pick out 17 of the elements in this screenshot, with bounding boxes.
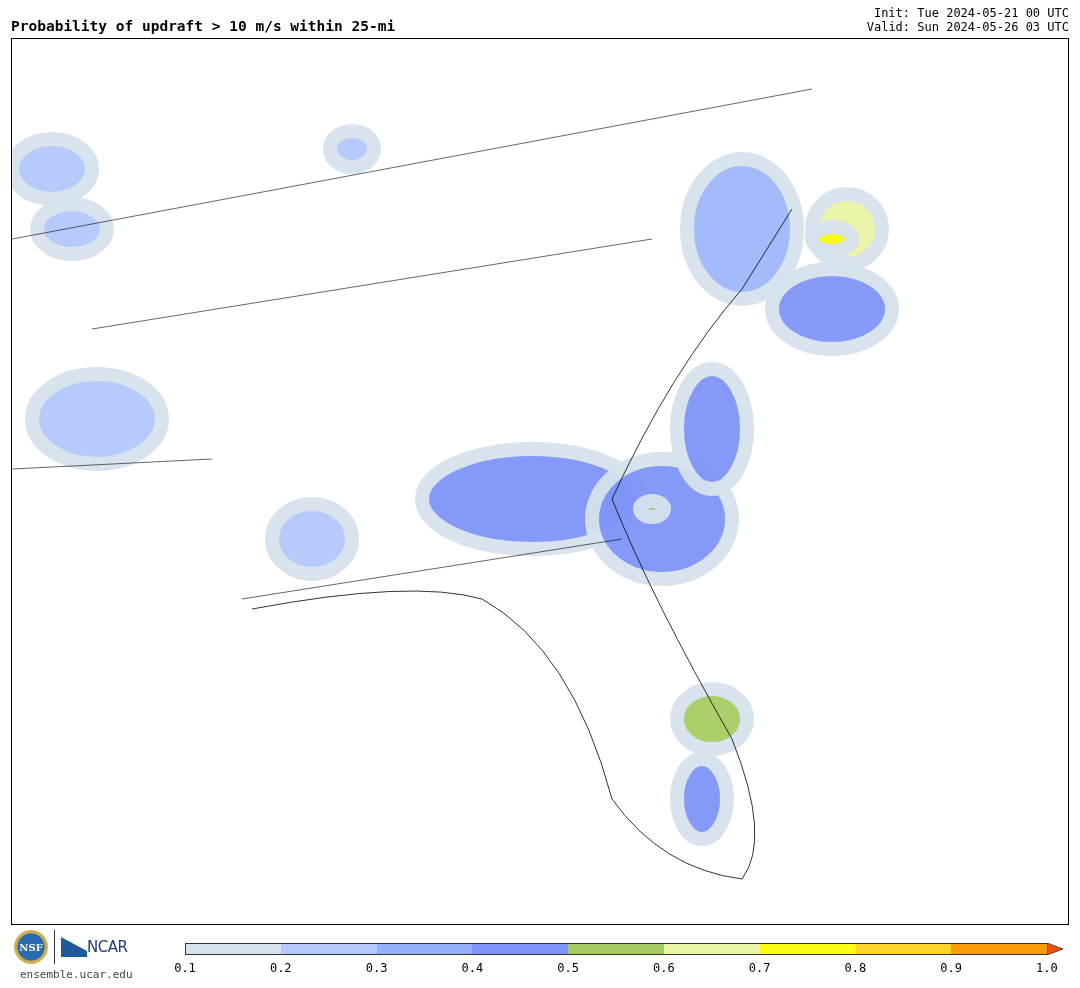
colorbar-tick-label: 1.0 [1035, 961, 1059, 975]
ncar-logo: NCAR [87, 938, 128, 956]
colorbar-tick-label: 0.5 [556, 961, 580, 975]
website-url: ensemble.ucar.edu [20, 968, 133, 981]
ncar-mark-icon [61, 937, 87, 957]
colorbar-tick-label: 0.6 [652, 961, 676, 975]
colorbar-tick-label: 0.8 [843, 961, 868, 975]
colorbar-tick-label: 0.1 [173, 961, 197, 975]
colorbar-tick-label: 0.9 [939, 961, 963, 975]
nsf-logo: NSF [14, 930, 48, 964]
chart-title: Probability of updraft > 10 m/s within 25-mi [11, 18, 396, 34]
colorbar-tick-label: 0.7 [747, 961, 772, 975]
valid-time: Valid: Sun 2024-05-26 03 UTC [866, 20, 1069, 34]
colorbar-tick-label: 0.2 [268, 961, 293, 975]
colorbar-tick-label: 0.4 [460, 961, 485, 975]
colorbar-tick-label: 0.3 [364, 961, 389, 975]
init-time: Init: Tue 2024-05-21 00 UTC [873, 6, 1069, 20]
